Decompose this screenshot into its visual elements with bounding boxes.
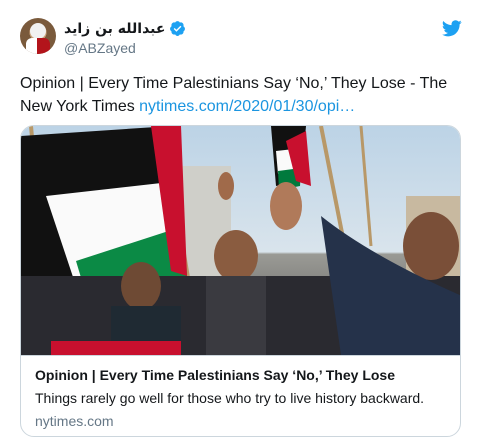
flag-scarf: [51, 341, 181, 355]
protester: [121, 262, 161, 310]
display-name[interactable]: عبدالله بن زايد: [64, 21, 165, 37]
raised-hand: [218, 172, 234, 200]
link-preview-card[interactable]: Opinion | Every Time Palestinians Say ‘N…: [20, 125, 461, 437]
card-domain: nytimes.com: [35, 413, 114, 429]
handle[interactable]: @ABZayed: [64, 40, 136, 56]
card-description: Things rarely go well for those who try …: [35, 390, 425, 406]
verified-badge-icon: [170, 21, 186, 36]
avatar-headwear: [30, 23, 46, 39]
avatar-clothing: [26, 38, 50, 54]
palestinian-flag: [271, 126, 311, 190]
card-image[interactable]: [21, 126, 460, 355]
tweet-text: Opinion | Every Time Palestinians Say ‘N…: [20, 72, 465, 118]
avatar[interactable]: [20, 18, 56, 54]
card-body[interactable]: Opinion | Every Time Palestinians Say ‘N…: [21, 355, 460, 436]
tweet-header: عبدالله بن زايد @ABZayed: [20, 18, 462, 62]
card-title[interactable]: Opinion | Every Time Palestinians Say ‘N…: [35, 366, 448, 384]
protester: [403, 212, 459, 280]
twitter-bird-icon[interactable]: [442, 20, 462, 37]
flag-pole: [359, 126, 373, 247]
protester: [214, 230, 258, 282]
tweet-link[interactable]: nytimes.com/2020/01/30/opi…: [139, 98, 355, 115]
raised-hand: [270, 182, 302, 230]
name-row: عبدالله بن زايد: [64, 20, 186, 37]
protester: [206, 276, 266, 355]
protest-photo: [21, 126, 460, 355]
